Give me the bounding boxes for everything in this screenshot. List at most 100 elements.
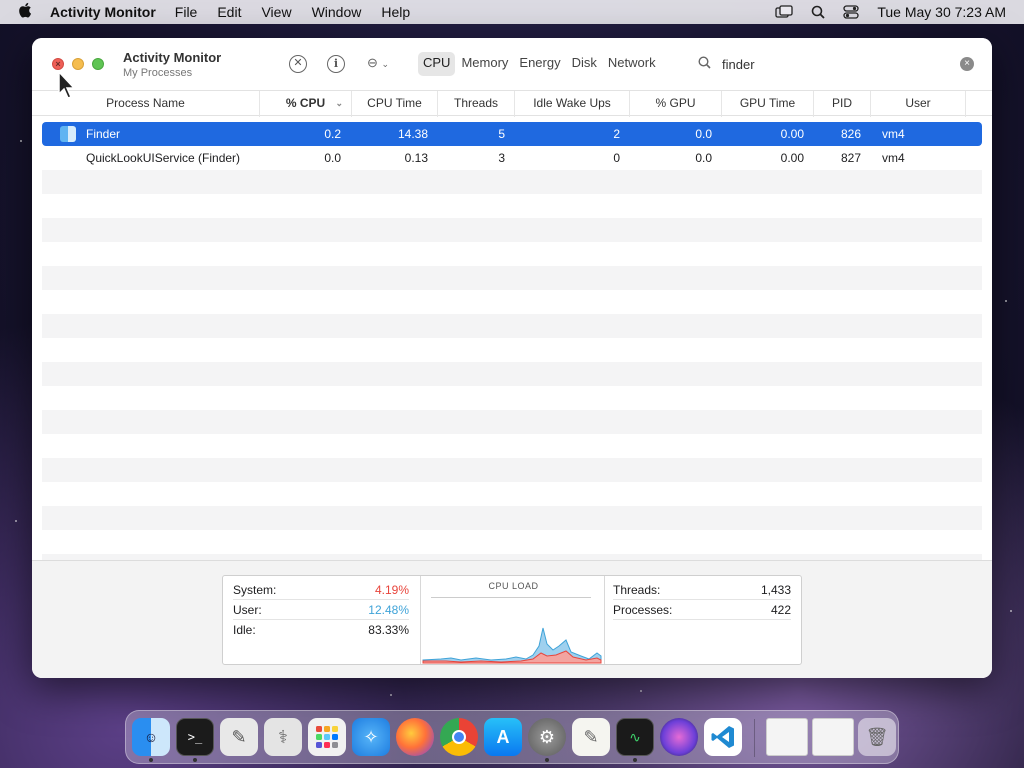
system-preferences-icon[interactable]: ⚙ (528, 718, 566, 756)
terminal-icon[interactable]: >_ (176, 718, 214, 756)
tab-energy[interactable]: Energy (514, 52, 565, 76)
column-gpu-time[interactable]: GPU Time (722, 91, 814, 117)
gpu-time-value: 0.00 (780, 127, 804, 141)
window-subtitle: My Processes (123, 67, 193, 79)
table-row[interactable]: QuickLookUIService (Finder) 0.0 0.13 3 0… (42, 146, 982, 170)
spotlight-search-icon[interactable] (811, 5, 825, 19)
info-icon: i (333, 57, 339, 70)
trash-icon[interactable]: 🗑 (858, 718, 896, 756)
finder-icon (60, 126, 76, 142)
chevron-down-icon: ⌄ (381, 59, 390, 69)
threads-label: Threads: (613, 583, 661, 597)
star (1010, 610, 1012, 612)
empty-row (42, 170, 982, 194)
search-field[interactable]: finder × (692, 52, 980, 76)
cpu-time-value: 14.38 (397, 127, 428, 141)
tab-memory[interactable]: Memory (456, 52, 513, 76)
running-indicator (633, 758, 637, 762)
empty-row (42, 506, 982, 530)
textedit-icon[interactable]: ✎ (572, 718, 610, 756)
column-gpu[interactable]: % GPU (630, 91, 722, 117)
app-store-icon[interactable]: A (484, 718, 522, 756)
empty-row (42, 218, 982, 242)
stop-process-icon: ✕ (293, 57, 303, 69)
sort-descending-icon: ⌄ (335, 98, 343, 108)
star (640, 690, 642, 692)
table-header: Process Name % CPU ⌄ CPU Time Threads Id… (32, 90, 992, 117)
window-thumbnail-icon[interactable] (812, 718, 854, 756)
safari-icon[interactable]: ✧ (352, 718, 390, 756)
menu-help[interactable]: Help (381, 4, 410, 20)
system-label: System: (233, 583, 277, 597)
menu-clock[interactable]: Tue May 30 7:23 AM (877, 4, 1006, 20)
column-idle-wake-ups[interactable]: Idle Wake Ups (515, 91, 630, 117)
column-user[interactable]: User (871, 91, 966, 117)
menu-window[interactable]: Window (312, 4, 362, 20)
activity-monitor-window: × Activity Monitor My Processes ✕ i ⊖ ⌄ … (32, 38, 992, 678)
process-name: QuickLookUIService (Finder) (86, 151, 241, 165)
view-tabs: CPU Memory Energy Disk Network (418, 52, 662, 76)
tab-network[interactable]: Network (603, 52, 661, 76)
pid-value: 827 (840, 151, 861, 165)
empty-row (42, 458, 982, 482)
idle-wake-ups-value: 0 (613, 151, 620, 165)
zoom-button[interactable] (92, 58, 104, 70)
empty-row (42, 266, 982, 290)
ellipsis-circle-icon: ⊖ (367, 55, 378, 70)
idle-label: Idle: (233, 623, 256, 637)
star (1005, 300, 1007, 302)
menu-bar: Activity Monitor File Edit View Window H… (0, 0, 1024, 24)
pid-value: 826 (840, 127, 861, 141)
cpu-summary-footer: System: 4.19% User: 12.48% Idle: 83.33% … (32, 560, 992, 678)
inspect-process-button[interactable]: i (327, 55, 345, 73)
tab-disk[interactable]: Disk (567, 52, 602, 76)
screen-mirroring-icon[interactable] (775, 5, 793, 19)
more-actions-button[interactable]: ⊖ ⌄ (367, 55, 389, 71)
siri-icon[interactable] (660, 718, 698, 756)
apple-menu-icon[interactable] (18, 2, 36, 22)
table-row[interactable]: Finder 0.2 14.38 5 2 0.0 0.00 826 vm4 (42, 122, 982, 146)
cpu-time-value: 0.13 (404, 151, 428, 165)
finder-icon[interactable]: ☺ (132, 718, 170, 756)
gpu-time-value: 0.00 (780, 151, 804, 165)
menu-view[interactable]: View (261, 4, 291, 20)
column-cpu-time[interactable]: CPU Time (352, 91, 438, 117)
tab-cpu[interactable]: CPU (418, 52, 456, 76)
stop-process-button[interactable]: ✕ (289, 55, 307, 73)
control-center-icon[interactable] (843, 5, 859, 19)
disk-utility-icon[interactable]: ⚕ (264, 718, 302, 756)
activity-monitor-icon[interactable]: ∿ (616, 718, 654, 756)
chrome-icon[interactable] (440, 718, 478, 756)
clear-search-icon[interactable]: × (960, 57, 974, 71)
running-indicator (149, 758, 153, 762)
empty-row (42, 410, 982, 434)
launchpad-icon[interactable] (308, 718, 346, 756)
empty-row (42, 362, 982, 386)
column-cpu[interactable]: % CPU ⌄ (260, 91, 352, 117)
system-value: 4.19% (374, 583, 409, 597)
dock: ☺ >_ ✎ ⚕ ✧ A ⚙ ✎ ∿ 🗑 (125, 710, 899, 764)
threads-stat: Threads: 1,433 (613, 580, 791, 600)
search-input[interactable]: finder (722, 57, 960, 72)
gpu-value: 0.0 (695, 151, 712, 165)
cpu-value: 0.2 (324, 127, 341, 141)
empty-row (42, 314, 982, 338)
window-thumbnail-icon[interactable] (766, 718, 808, 756)
firefox-icon[interactable] (396, 718, 434, 756)
minimize-button[interactable] (72, 58, 84, 70)
menu-edit[interactable]: Edit (217, 4, 241, 20)
processes-total-value: 422 (770, 603, 791, 617)
dock-separator (754, 719, 755, 757)
menu-file[interactable]: File (175, 4, 198, 20)
script-editor-icon[interactable]: ✎ (220, 718, 258, 756)
processes-label: Processes: (613, 603, 673, 617)
search-icon (698, 56, 714, 72)
vscode-icon[interactable] (704, 718, 742, 756)
process-name: Finder (86, 127, 121, 141)
user-value: vm4 (882, 151, 905, 165)
menu-app-name[interactable]: Activity Monitor (50, 4, 156, 20)
close-button[interactable]: × (52, 58, 64, 70)
cpu-load-graph: CPU LOAD (420, 576, 605, 664)
column-threads[interactable]: Threads (438, 91, 515, 117)
column-pid[interactable]: PID (814, 91, 871, 117)
